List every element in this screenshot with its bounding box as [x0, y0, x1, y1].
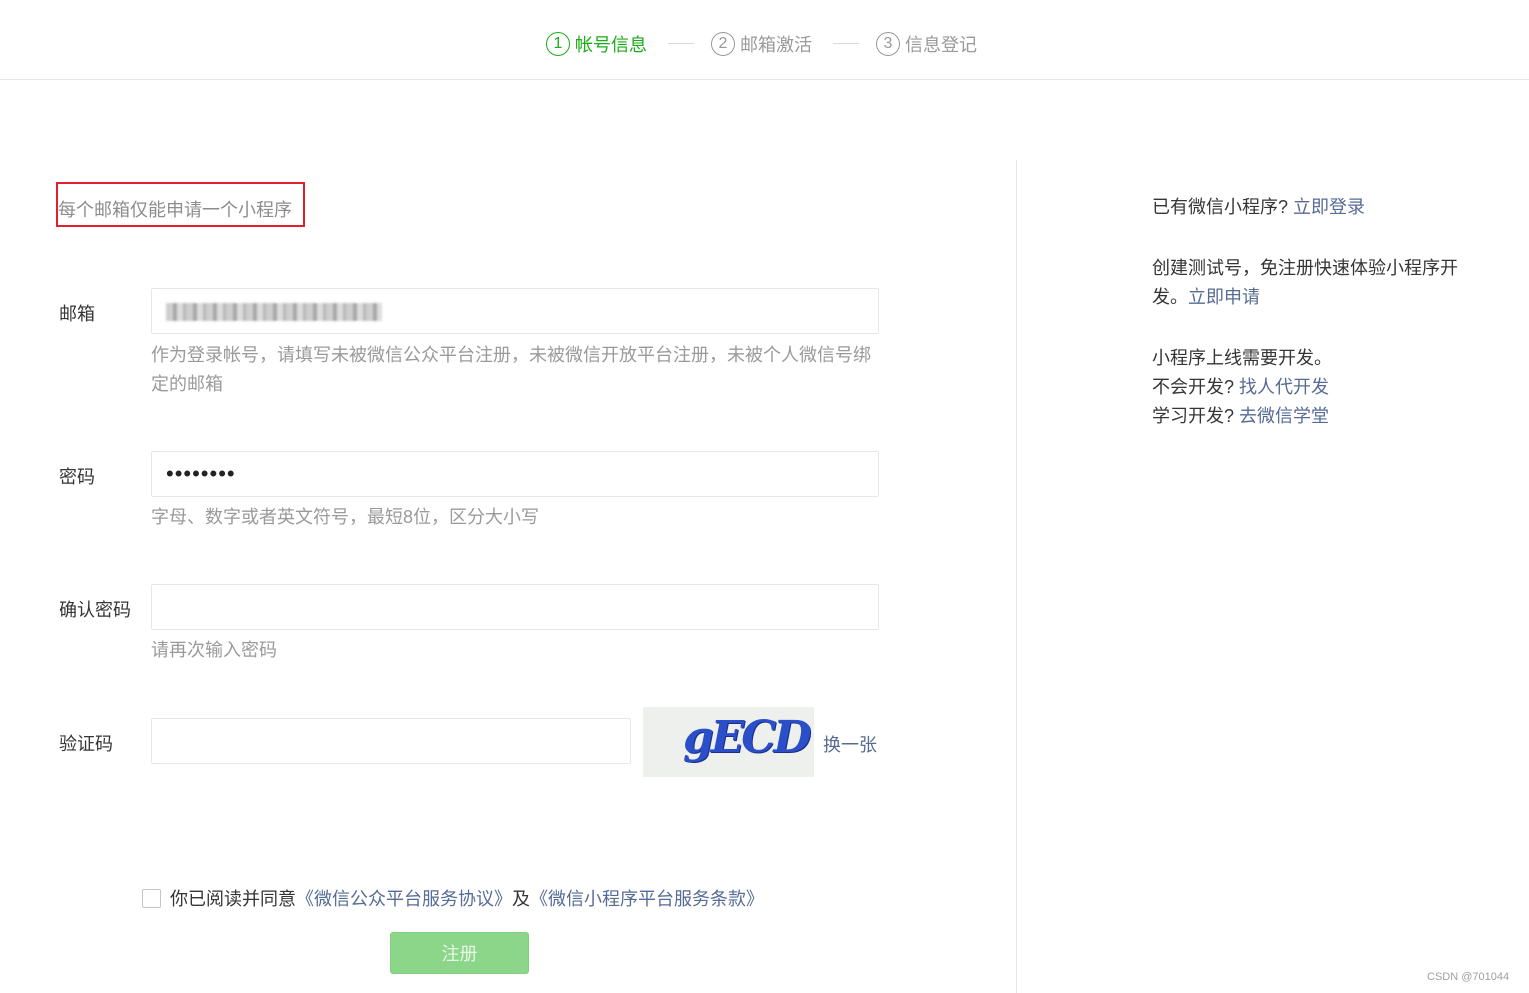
sidebar-hire-line: 不会开发? 找人代开发 — [1152, 373, 1332, 402]
confirm-password-field[interactable] — [151, 584, 879, 630]
sidebar-test-account: 创建测试号，免注册快速体验小程序开 发。立即申请 — [1152, 254, 1458, 312]
password-field[interactable]: •••••••• — [151, 451, 879, 497]
wechat-academy-link[interactable]: 去微信学堂 — [1239, 406, 1329, 426]
password-hint: 字母、数字或者英文符号，最短8位，区分大小写 — [151, 507, 540, 527]
agreement-prefix: 你已阅读并同意 — [170, 889, 296, 909]
captcha-field[interactable] — [151, 718, 631, 764]
captcha-refresh-link[interactable]: 换一张 — [823, 731, 877, 757]
step-info-registration: 3 信息登记 — [876, 30, 977, 58]
step-account-info: 1 帐号信息 — [546, 30, 647, 58]
watermark: CSDN @701044 — [1427, 971, 1510, 983]
sidebar-dev-section: 小程序上线需要开发。 不会开发? 找人代开发 学习开发? 去微信学堂 — [1152, 344, 1332, 431]
sidebar-dev-text: 小程序上线需要开发。 — [1152, 348, 1332, 368]
confirm-password-label: 确认密码 — [59, 600, 131, 620]
steps-bar: 1 帐号信息 2 邮箱激活 3 信息登记 — [0, 0, 1529, 80]
login-link[interactable]: 立即登录 — [1293, 197, 1365, 217]
sidebar-test-text-1: 创建测试号，免注册快速体验小程序开 — [1152, 258, 1458, 278]
step-label-info-registration: 信息登记 — [905, 35, 977, 55]
step-label-email-activation: 邮箱激活 — [740, 35, 812, 55]
captcha-label: 验证码 — [59, 734, 113, 754]
register-button[interactable]: 注册 — [390, 932, 529, 974]
agreement-checkbox[interactable] — [142, 888, 161, 908]
agreement-row: 你已阅读并同意 《微信公众平台服务协议》 及 《微信小程序平台服务条款》 — [142, 885, 764, 911]
miniprogram-terms-link[interactable]: 《微信小程序平台服务条款》 — [530, 885, 764, 911]
column-divider — [1016, 160, 1017, 993]
captcha-image-text: gECD — [683, 712, 811, 763]
step-label-account-info: 帐号信息 — [575, 35, 647, 55]
sidebar-learn-line: 学习开发? 去微信学堂 — [1152, 402, 1332, 431]
sidebar-test-line-2: 发。立即申请 — [1152, 283, 1458, 312]
password-label: 密码 — [59, 467, 95, 487]
password-value: •••••••• — [166, 461, 236, 486]
agreement-joiner: 及 — [512, 889, 530, 909]
step-email-activation: 2 邮箱激活 — [711, 30, 812, 58]
step-number-1: 1 — [546, 32, 570, 56]
sidebar-login-line: 已有微信小程序? 立即登录 — [1152, 193, 1365, 222]
email-label: 邮箱 — [59, 304, 95, 324]
step-number-3: 3 — [876, 32, 900, 56]
confirm-password-hint: 请再次输入密码 — [151, 640, 277, 660]
sidebar-learn-prompt: 学习开发? — [1152, 406, 1235, 426]
sidebar-test-text-2: 发。 — [1152, 287, 1188, 307]
captcha-image[interactable]: gECD — [643, 707, 814, 777]
apply-test-account-link[interactable]: 立即申请 — [1188, 287, 1260, 307]
email-hint: 作为登录帐号，请填写未被微信公众平台注册，未被微信开放平台注册，未被个人微信号绑… — [151, 345, 871, 394]
step-separator — [668, 43, 694, 44]
service-agreement-link[interactable]: 《微信公众平台服务协议》 — [296, 885, 512, 911]
sidebar-hire-prompt: 不会开发? — [1152, 377, 1235, 397]
step-separator — [833, 43, 859, 44]
email-field[interactable] — [151, 288, 879, 334]
hire-developer-link[interactable]: 找人代开发 — [1239, 377, 1329, 397]
notice-text: 每个邮箱仅能申请一个小程序 — [58, 200, 292, 220]
step-number-2: 2 — [711, 32, 735, 56]
email-value-blurred — [166, 303, 382, 321]
sidebar-login-prompt: 已有微信小程序? — [1152, 197, 1289, 217]
